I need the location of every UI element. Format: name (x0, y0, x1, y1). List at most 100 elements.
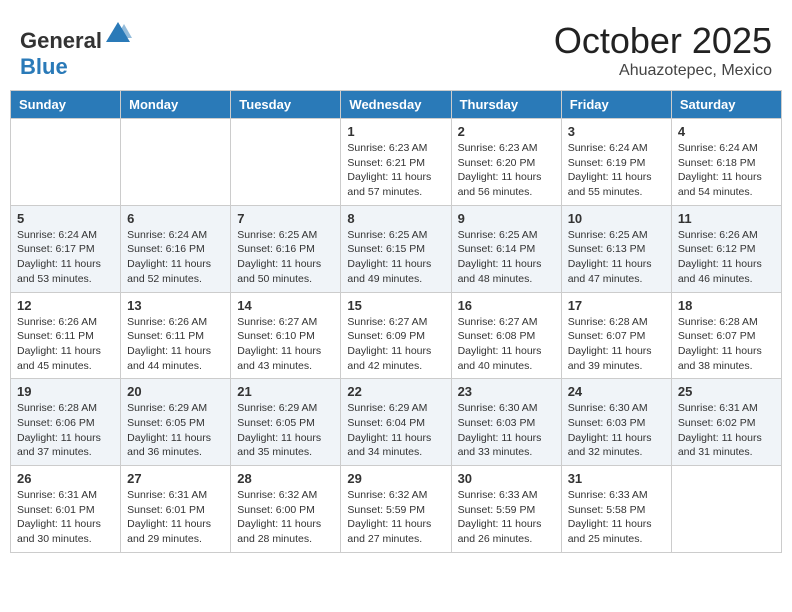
day-number: 31 (568, 471, 665, 486)
calendar-cell: 24 Sunrise: 6:30 AM Sunset: 6:03 PM Dayli… (561, 379, 671, 466)
calendar-week-row: 26 Sunrise: 6:31 AM Sunset: 6:01 PM Dayli… (11, 466, 782, 553)
calendar-cell: 20 Sunrise: 6:29 AM Sunset: 6:05 PM Dayli… (121, 379, 231, 466)
title-block: October 2025 Ahuazotepec, Mexico (554, 20, 772, 80)
calendar: SundayMondayTuesdayWednesdayThursdayFrid… (10, 90, 782, 553)
day-info: Sunrise: 6:27 AM Sunset: 6:09 PM Dayligh… (347, 315, 444, 374)
day-info: Sunrise: 6:29 AM Sunset: 6:05 PM Dayligh… (237, 401, 334, 460)
calendar-cell: 21 Sunrise: 6:29 AM Sunset: 6:05 PM Dayli… (231, 379, 341, 466)
calendar-week-row: 5 Sunrise: 6:24 AM Sunset: 6:17 PM Daylig… (11, 205, 782, 292)
day-number: 24 (568, 384, 665, 399)
day-info: Sunrise: 6:26 AM Sunset: 6:12 PM Dayligh… (678, 228, 775, 287)
calendar-cell: 5 Sunrise: 6:24 AM Sunset: 6:17 PM Daylig… (11, 205, 121, 292)
weekday-header: Wednesday (341, 91, 451, 119)
page-header: General Blue October 2025 Ahuazotepec, M… (10, 10, 782, 85)
day-info: Sunrise: 6:31 AM Sunset: 6:01 PM Dayligh… (17, 488, 114, 547)
day-info: Sunrise: 6:31 AM Sunset: 6:02 PM Dayligh… (678, 401, 775, 460)
calendar-week-row: 12 Sunrise: 6:26 AM Sunset: 6:11 PM Dayli… (11, 292, 782, 379)
day-info: Sunrise: 6:28 AM Sunset: 6:07 PM Dayligh… (568, 315, 665, 374)
calendar-cell: 13 Sunrise: 6:26 AM Sunset: 6:11 PM Dayli… (121, 292, 231, 379)
day-number: 25 (678, 384, 775, 399)
calendar-cell: 28 Sunrise: 6:32 AM Sunset: 6:00 PM Dayli… (231, 466, 341, 553)
day-info: Sunrise: 6:23 AM Sunset: 6:21 PM Dayligh… (347, 141, 444, 200)
day-info: Sunrise: 6:32 AM Sunset: 5:59 PM Dayligh… (347, 488, 444, 547)
day-number: 16 (458, 298, 555, 313)
calendar-cell: 8Sunrise: 6:25 AM Sunset: 6:15 PM Daylig… (341, 205, 451, 292)
day-number: 20 (127, 384, 224, 399)
day-number: 12 (17, 298, 114, 313)
calendar-cell: 7 Sunrise: 6:25 AM Sunset: 6:16 PM Daylig… (231, 205, 341, 292)
day-info: Sunrise: 6:28 AM Sunset: 6:07 PM Dayligh… (678, 315, 775, 374)
calendar-cell: 22 Sunrise: 6:29 AM Sunset: 6:04 PM Dayli… (341, 379, 451, 466)
logo-blue: Blue (20, 54, 68, 79)
day-number: 7 (237, 211, 334, 226)
day-number: 28 (237, 471, 334, 486)
day-info: Sunrise: 6:32 AM Sunset: 6:00 PM Dayligh… (237, 488, 334, 547)
calendar-cell (11, 119, 121, 206)
day-info: Sunrise: 6:31 AM Sunset: 6:01 PM Dayligh… (127, 488, 224, 547)
day-info: Sunrise: 6:33 AM Sunset: 5:58 PM Dayligh… (568, 488, 665, 547)
calendar-cell: 12 Sunrise: 6:26 AM Sunset: 6:11 PM Dayli… (11, 292, 121, 379)
calendar-cell: 3 Sunrise: 6:24 AM Sunset: 6:19 PM Daylig… (561, 119, 671, 206)
calendar-cell (671, 466, 781, 553)
calendar-cell: 9 Sunrise: 6:25 AM Sunset: 6:14 PM Daylig… (451, 205, 561, 292)
day-info: Sunrise: 6:27 AM Sunset: 6:10 PM Dayligh… (237, 315, 334, 374)
day-info: Sunrise: 6:25 AM Sunset: 6:13 PM Dayligh… (568, 228, 665, 287)
logo: General Blue (20, 20, 132, 80)
calendar-cell: 18 Sunrise: 6:28 AM Sunset: 6:07 PM Dayli… (671, 292, 781, 379)
day-info: Sunrise: 6:29 AM Sunset: 6:05 PM Dayligh… (127, 401, 224, 460)
day-number: 21 (237, 384, 334, 399)
day-number: 6 (127, 211, 224, 226)
day-number: 4 (678, 124, 775, 139)
day-number: 10 (568, 211, 665, 226)
day-info: Sunrise: 6:25 AM Sunset: 6:16 PM Dayligh… (237, 228, 334, 287)
day-info: Sunrise: 6:29 AM Sunset: 6:04 PM Dayligh… (347, 401, 444, 460)
calendar-cell: 16 Sunrise: 6:27 AM Sunset: 6:08 PM Dayli… (451, 292, 561, 379)
day-number: 26 (17, 471, 114, 486)
day-info: Sunrise: 6:25 AM Sunset: 6:14 PM Dayligh… (458, 228, 555, 287)
day-number: 14 (237, 298, 334, 313)
day-number: 8 (347, 211, 444, 226)
day-number: 18 (678, 298, 775, 313)
logo-icon (104, 20, 132, 48)
calendar-cell: 17 Sunrise: 6:28 AM Sunset: 6:07 PM Dayli… (561, 292, 671, 379)
weekday-header: Sunday (11, 91, 121, 119)
day-info: Sunrise: 6:26 AM Sunset: 6:11 PM Dayligh… (17, 315, 114, 374)
calendar-cell: 23Sunrise: 6:30 AM Sunset: 6:03 PM Dayli… (451, 379, 561, 466)
calendar-week-row: 19 Sunrise: 6:28 AM Sunset: 6:06 PM Dayli… (11, 379, 782, 466)
day-number: 19 (17, 384, 114, 399)
day-info: Sunrise: 6:30 AM Sunset: 6:03 PM Dayligh… (568, 401, 665, 460)
logo-general: General (20, 28, 102, 53)
weekday-header: Thursday (451, 91, 561, 119)
day-number: 9 (458, 211, 555, 226)
day-number: 13 (127, 298, 224, 313)
day-info: Sunrise: 6:24 AM Sunset: 6:19 PM Dayligh… (568, 141, 665, 200)
day-info: Sunrise: 6:26 AM Sunset: 6:11 PM Dayligh… (127, 315, 224, 374)
day-number: 22 (347, 384, 444, 399)
logo-text: General Blue (20, 20, 132, 80)
day-number: 15 (347, 298, 444, 313)
day-number: 30 (458, 471, 555, 486)
calendar-cell: 29 Sunrise: 6:32 AM Sunset: 5:59 PM Dayli… (341, 466, 451, 553)
day-number: 2 (458, 124, 555, 139)
day-info: Sunrise: 6:24 AM Sunset: 6:17 PM Dayligh… (17, 228, 114, 287)
calendar-cell: 10 Sunrise: 6:25 AM Sunset: 6:13 PM Dayli… (561, 205, 671, 292)
calendar-cell: 14 Sunrise: 6:27 AM Sunset: 6:10 PM Dayli… (231, 292, 341, 379)
day-info: Sunrise: 6:24 AM Sunset: 6:16 PM Dayligh… (127, 228, 224, 287)
day-number: 17 (568, 298, 665, 313)
day-number: 29 (347, 471, 444, 486)
day-number: 3 (568, 124, 665, 139)
calendar-cell: 26 Sunrise: 6:31 AM Sunset: 6:01 PM Dayli… (11, 466, 121, 553)
calendar-cell: 11Sunrise: 6:26 AM Sunset: 6:12 PM Dayli… (671, 205, 781, 292)
calendar-cell: 25 Sunrise: 6:31 AM Sunset: 6:02 PM Dayli… (671, 379, 781, 466)
day-info: Sunrise: 6:23 AM Sunset: 6:20 PM Dayligh… (458, 141, 555, 200)
calendar-cell: 31 Sunrise: 6:33 AM Sunset: 5:58 PM Dayli… (561, 466, 671, 553)
calendar-cell: 19 Sunrise: 6:28 AM Sunset: 6:06 PM Dayli… (11, 379, 121, 466)
day-number: 5 (17, 211, 114, 226)
calendar-cell: 15 Sunrise: 6:27 AM Sunset: 6:09 PM Dayli… (341, 292, 451, 379)
day-number: 27 (127, 471, 224, 486)
day-info: Sunrise: 6:27 AM Sunset: 6:08 PM Dayligh… (458, 315, 555, 374)
day-info: Sunrise: 6:33 AM Sunset: 5:59 PM Dayligh… (458, 488, 555, 547)
day-info: Sunrise: 6:28 AM Sunset: 6:06 PM Dayligh… (17, 401, 114, 460)
calendar-cell (231, 119, 341, 206)
weekday-header: Tuesday (231, 91, 341, 119)
